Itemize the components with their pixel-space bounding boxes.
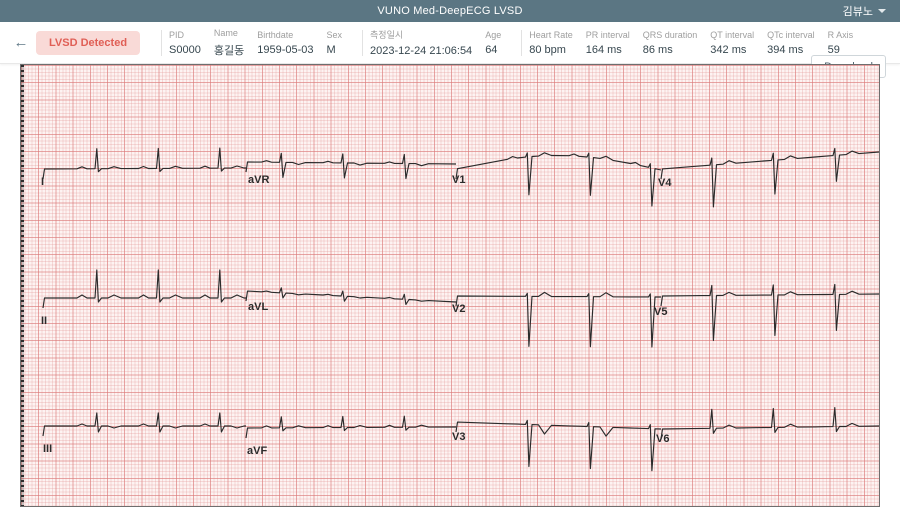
app-title: VUNO Med-DeepECG LVSD bbox=[377, 5, 522, 17]
field-label: Age bbox=[485, 30, 501, 40]
field-value: 342 ms bbox=[710, 44, 754, 56]
field-sex: Sex M bbox=[327, 30, 343, 56]
lead-label-V6: V6 bbox=[656, 433, 669, 445]
field-value: 86 ms bbox=[643, 44, 698, 56]
divider bbox=[362, 30, 363, 56]
field-birthdate: Birthdate 1959-05-03 bbox=[257, 30, 313, 56]
ecg-waveforms: IaVR V1 V4 II aVL V2 V5 III aVF V3 V6 bbox=[21, 65, 879, 506]
lead-trace-III bbox=[43, 413, 246, 436]
field-value: 2023-12-24 21:06:54 bbox=[370, 45, 472, 57]
field-value: 64 bbox=[485, 44, 501, 56]
field-label: QRS duration bbox=[643, 30, 698, 40]
lead-trace-V4 bbox=[661, 148, 879, 207]
lead-label-I: I bbox=[41, 176, 44, 188]
field-pid: PID S0000 bbox=[169, 30, 201, 56]
field-value: M bbox=[327, 44, 343, 56]
field-label: QT interval bbox=[710, 30, 754, 40]
lead-label-III: III bbox=[43, 443, 52, 455]
field-name: Name 홍길동 bbox=[214, 28, 244, 58]
lead-label-aVF: aVF bbox=[247, 445, 267, 457]
field-label: PR interval bbox=[586, 30, 630, 40]
field-label: R Axis bbox=[828, 30, 854, 40]
lead-trace-V5 bbox=[661, 284, 879, 340]
field-pr-interval: PR interval 164 ms bbox=[586, 30, 630, 56]
field-label: Sex bbox=[327, 30, 343, 40]
field-value: 164 ms bbox=[586, 44, 630, 56]
field-label: Birthdate bbox=[257, 30, 313, 40]
field-value: 394 ms bbox=[767, 44, 815, 56]
field-측정일시: 측정일시 2023-12-24 21:06:54 bbox=[370, 28, 472, 57]
lead-trace-II bbox=[43, 270, 246, 308]
chevron-down-icon bbox=[878, 9, 886, 13]
field-qtc-interval: QTc interval 394 ms bbox=[767, 30, 815, 56]
toolbar: ← LVSD Detected PID S0000 Name 홍길동 Birthdate… bbox=[0, 22, 900, 64]
lead-label-V5: V5 bbox=[654, 306, 667, 318]
ecg-chart: IaVR V1 V4 II aVL V2 V5 III aVF V3 V6 bbox=[20, 64, 880, 507]
field-r-axis: R Axis 59 bbox=[828, 30, 854, 56]
lead-label-V3: V3 bbox=[452, 431, 465, 443]
field-value: 1959-05-03 bbox=[257, 44, 313, 56]
field-label: Heart Rate bbox=[529, 30, 573, 40]
field-label: QTc interval bbox=[767, 30, 815, 40]
field-value: 홍길동 bbox=[214, 42, 244, 58]
back-button[interactable]: ← bbox=[6, 22, 36, 64]
patient-fields: PID S0000 Name 홍길동 Birthdate 1959-05-03 Sex M 측정… bbox=[169, 22, 866, 63]
field-label: 측정일시 bbox=[370, 28, 472, 41]
lead-label-aVL: aVL bbox=[248, 301, 268, 313]
lead-label-V1: V1 bbox=[452, 174, 465, 186]
lead-label-II: II bbox=[41, 315, 47, 327]
lead-trace-V6 bbox=[661, 408, 879, 439]
lead-trace-V3 bbox=[456, 420, 661, 470]
field-label: PID bbox=[169, 30, 201, 40]
divider bbox=[161, 30, 162, 56]
lead-trace-V1 bbox=[456, 153, 661, 206]
field-value: S0000 bbox=[169, 44, 201, 56]
lead-trace-V2 bbox=[456, 292, 661, 347]
field-qt-interval: QT interval 342 ms bbox=[710, 30, 754, 56]
lead-label-V4: V4 bbox=[658, 177, 672, 189]
divider bbox=[521, 30, 522, 56]
field-qrs-duration: QRS duration 86 ms bbox=[643, 30, 698, 56]
lvsd-status-badge: LVSD Detected bbox=[36, 31, 140, 55]
user-name: 김뷰노 bbox=[843, 3, 873, 19]
app-header: VUNO Med-DeepECG LVSD 김뷰노 bbox=[0, 0, 900, 22]
lead-trace-aVL bbox=[246, 288, 456, 305]
field-heart-rate: Heart Rate 80 bpm bbox=[529, 30, 573, 56]
lead-trace-aVR bbox=[246, 153, 456, 178]
user-menu[interactable]: 김뷰노 bbox=[843, 0, 886, 22]
lead-trace-I bbox=[43, 148, 246, 179]
field-value: 80 bpm bbox=[529, 44, 573, 56]
lead-label-aVR: aVR bbox=[248, 174, 269, 186]
field-value: 59 bbox=[828, 44, 854, 56]
field-age: Age 64 bbox=[485, 30, 501, 56]
lead-trace-aVF bbox=[246, 416, 456, 438]
field-label: Name bbox=[214, 28, 244, 38]
lead-label-V2: V2 bbox=[452, 303, 465, 315]
